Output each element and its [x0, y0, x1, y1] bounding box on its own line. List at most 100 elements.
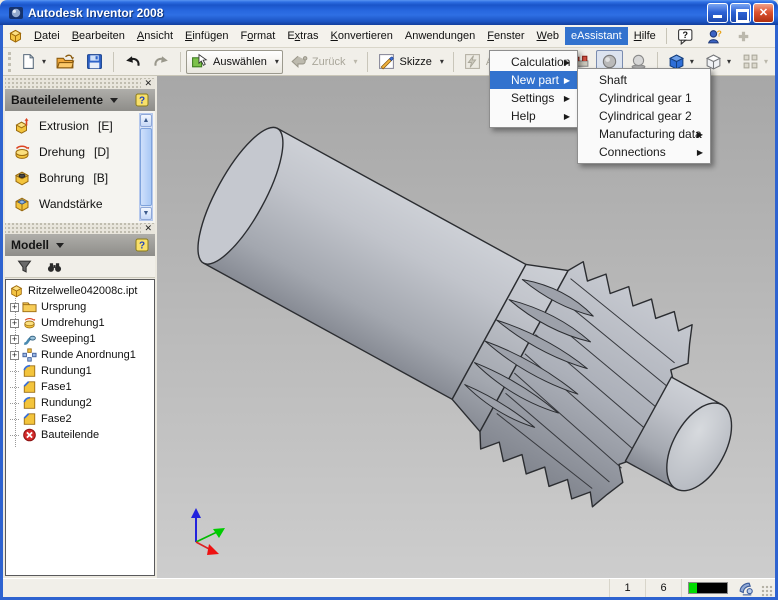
close-icon[interactable]: ✕ [141, 79, 155, 88]
sweep-icon [22, 332, 37, 346]
panel-grip-model[interactable]: ✕ [5, 223, 155, 234]
menu-fenster[interactable]: Fenster [481, 27, 530, 45]
menu-item-help[interactable]: Help▶ [490, 107, 577, 125]
tree-item-fase2[interactable]: Fase2 [6, 411, 154, 427]
extrusion-icon [13, 117, 31, 135]
sketch-icon [377, 53, 396, 70]
model-tree-box: Ritzelwelle042008c.ipt+Ursprung+Umdrehun… [5, 279, 155, 576]
revolve-icon [22, 316, 37, 330]
undo-button[interactable] [119, 50, 146, 74]
expand-icon[interactable]: + [10, 335, 19, 344]
shell-icon [13, 195, 31, 213]
panel-grip-elements[interactable]: ✕ [5, 78, 155, 89]
assistant-help-button[interactable]: ? [701, 26, 728, 46]
menu-format[interactable]: Format [234, 27, 281, 45]
expand-icon[interactable]: + [10, 351, 19, 360]
pattern-button[interactable]: ▾ [737, 50, 772, 74]
resize-grip[interactable] [761, 585, 773, 597]
help-badge-icon[interactable]: ? [135, 93, 149, 107]
submenu-item-manufacturing-data[interactable]: Manufacturing data▶ [578, 125, 710, 143]
tree-item-ursprung[interactable]: +Ursprung [6, 299, 154, 315]
left-panel-column: ✕ Bauteilelemente ? Extrusion[E]Drehung[… [3, 76, 157, 578]
feature-item-bohrung[interactable]: Bohrung[B] [5, 165, 155, 191]
back-arrow-icon [289, 53, 308, 70]
menu-item-calculation[interactable]: Calculation▶ [490, 53, 577, 71]
submenu-item-connections[interactable]: Connections▶ [578, 143, 710, 161]
feature-panel-body: Extrusion[E]Drehung[D]Bohrung[B]Wandstär… [5, 111, 155, 223]
new-doc-button[interactable]: ▾ [15, 50, 50, 74]
tree-item-rundung1[interactable]: Rundung1 [6, 363, 154, 379]
menu-extras[interactable]: Extras [281, 27, 324, 45]
eassistant-menu: Calculation▶New part▶Settings▶Help▶ [489, 50, 578, 128]
scroll-up-icon[interactable]: ▲ [140, 114, 152, 127]
chamfer-icon [22, 380, 37, 394]
menu-datei[interactable]: Datei [28, 27, 66, 45]
scroll-thumb[interactable] [140, 128, 152, 206]
close-button[interactable]: ✕ [753, 3, 774, 23]
feature-item-drehung[interactable]: Drehung[D] [5, 139, 155, 165]
toolbar-drag-handle[interactable] [8, 52, 11, 72]
chevron-down-icon[interactable] [56, 243, 64, 248]
menu-konvertieren[interactable]: Konvertieren [325, 27, 399, 45]
dropdown-arrow-icon[interactable]: ▾ [764, 57, 768, 66]
fillet-icon [22, 364, 37, 378]
menu-bearbeiten[interactable]: Bearbeiten [66, 27, 131, 45]
menu-web[interactable]: Web [531, 27, 565, 45]
tree-item-ritzelwelle042008c-ipt[interactable]: Ritzelwelle042008c.ipt [6, 283, 154, 299]
submenu-arrow-icon: ▶ [564, 112, 570, 121]
tree-item-rundung2[interactable]: Rundung2 [6, 395, 154, 411]
maximize-button[interactable] [730, 3, 751, 23]
tree-item-sweeping1[interactable]: +Sweeping1 [6, 331, 154, 347]
menu-eassistant[interactable]: eAssistant [565, 27, 628, 45]
scrollbar[interactable]: ▲ ▼ [139, 113, 153, 221]
tree-item-fase1[interactable]: Fase1 [6, 379, 154, 395]
menu-anwendungen[interactable]: Anwendungen [399, 27, 481, 45]
window-border-left [0, 25, 3, 600]
dropdown-arrow-icon[interactable]: ▾ [440, 57, 444, 66]
menu-item-new-part[interactable]: New part▶ [490, 71, 577, 89]
save-button[interactable] [81, 50, 108, 74]
expand-icon[interactable]: + [10, 319, 19, 328]
scroll-down-icon[interactable]: ▼ [140, 207, 152, 220]
submenu-item-cylindrical-gear-1[interactable]: Cylindrical gear 1 [578, 89, 710, 107]
select-cursor-icon [190, 53, 209, 70]
dropdown-arrow-icon[interactable]: ▾ [275, 57, 279, 66]
panel-header-bauteilelemente[interactable]: Bauteilelemente ? [5, 89, 155, 111]
expand-icon[interactable]: + [10, 303, 19, 312]
skizze-button[interactable]: Skizze▾ [373, 50, 448, 74]
menu-hilfe[interactable]: Hilfe [628, 27, 662, 45]
help-badge-icon[interactable]: ? [135, 238, 149, 252]
menu-ansicht[interactable]: Ansicht [131, 27, 179, 45]
open-button[interactable] [52, 50, 79, 74]
minimize-button[interactable] [707, 3, 728, 23]
dropdown-arrow-icon[interactable]: ▾ [690, 57, 694, 66]
submenu-item-shaft[interactable]: Shaft [578, 71, 710, 89]
feature-item-extrusion[interactable]: Extrusion[E] [5, 113, 155, 139]
panel-header-modell[interactable]: Modell ? [5, 234, 155, 256]
menu-einf-gen[interactable]: Einfügen [179, 27, 234, 45]
dropdown-arrow-icon[interactable]: ▾ [42, 57, 46, 66]
panel-title: Bauteilelemente [11, 93, 103, 107]
svg-text:?: ? [139, 96, 145, 107]
tree-item-runde-anordnung1[interactable]: +Runde Anordnung1 [6, 347, 154, 363]
zur-ck-button[interactable]: Zurück▾ [285, 50, 362, 74]
binoculars-button[interactable] [43, 257, 66, 277]
filter-funnel-button[interactable] [13, 257, 36, 277]
plus-button[interactable] [730, 26, 757, 46]
tree-connector [10, 435, 19, 436]
menu-item-settings[interactable]: Settings▶ [490, 89, 577, 107]
tree-item-umdrehung1[interactable]: +Umdrehung1 [6, 315, 154, 331]
tree-item-bauteilende[interactable]: Bauteilende [6, 427, 154, 443]
close-icon[interactable]: ✕ [141, 224, 155, 233]
feature-item-wandst-rke[interactable]: Wandstärke [5, 191, 155, 217]
redo-button[interactable] [148, 50, 175, 74]
help-bubble-icon: ? [676, 28, 695, 45]
dropdown-arrow-icon[interactable]: ▾ [727, 57, 731, 66]
dropdown-arrow-icon[interactable]: ▾ [353, 57, 357, 66]
titlebar[interactable]: Autodesk Inventor 2008 ✕ [0, 0, 778, 25]
chevron-down-icon[interactable] [110, 98, 118, 103]
ausw-hlen-button[interactable]: Auswählen▾ [186, 50, 283, 74]
help-bubble-button[interactable]: ? [672, 26, 699, 46]
redo-icon [152, 53, 171, 70]
submenu-item-cylindrical-gear-2[interactable]: Cylindrical gear 2 [578, 107, 710, 125]
